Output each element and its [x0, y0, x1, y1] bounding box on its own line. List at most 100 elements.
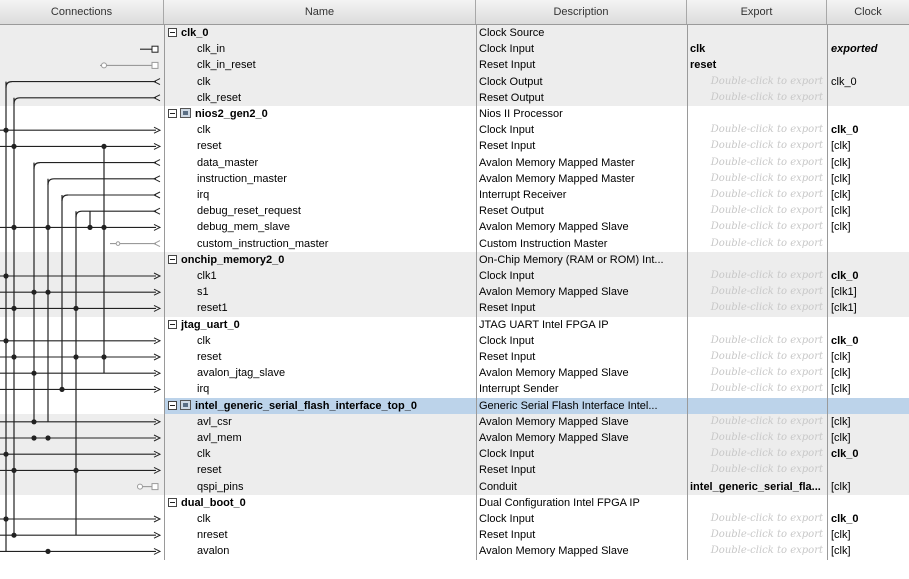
- open-connection-dot: [115, 241, 121, 246]
- interface-name: avalon_jtag_slave: [197, 367, 286, 380]
- interface-name: clk_in: [197, 43, 226, 56]
- export-hint[interactable]: Double-click to export: [687, 122, 827, 139]
- clock-cell: clk_0: [827, 268, 909, 285]
- clock-cell: [827, 57, 909, 74]
- export-hint[interactable]: Double-click to export: [687, 332, 827, 349]
- name-cell: clk: [164, 122, 476, 139]
- interface-name: irq: [197, 383, 210, 396]
- collapse-toggle-icon[interactable]: [168, 319, 177, 329]
- export-cell[interactable]: [687, 397, 827, 414]
- name-cell: nreset: [164, 527, 476, 544]
- name-cell: debug_mem_slave: [164, 219, 476, 236]
- description-cell: Clock Input: [476, 122, 687, 139]
- clock-cell: [827, 494, 909, 511]
- open-connection-dot: [137, 483, 143, 490]
- header-description[interactable]: Description: [476, 0, 687, 24]
- description-cell: Reset Input: [476, 462, 687, 479]
- clock-cell: clk_0: [827, 122, 909, 139]
- interface-name: debug_reset_request: [197, 205, 301, 218]
- header-name[interactable]: Name: [164, 0, 476, 24]
- export-cell[interactable]: [687, 106, 827, 123]
- export-hint[interactable]: Double-click to export: [687, 527, 827, 544]
- export-hint[interactable]: Double-click to export: [687, 154, 827, 171]
- arrow-out-icon: [152, 94, 161, 102]
- connection-dot: [73, 467, 79, 473]
- description-cell: JTAG UART Intel FPGA IP: [476, 316, 687, 333]
- interface-name: clk_reset: [197, 91, 242, 104]
- connection-dot: [11, 143, 17, 149]
- description-cell: Avalon Memory Mapped Slave: [476, 365, 687, 382]
- export-hint[interactable]: Double-click to export: [687, 284, 827, 301]
- export-hint[interactable]: Double-click to export: [687, 446, 827, 463]
- export-hint[interactable]: Double-click to export: [687, 300, 827, 317]
- export-hint[interactable]: Double-click to export: [687, 235, 827, 252]
- export-cell[interactable]: [687, 316, 827, 333]
- description-cell: Avalon Memory Mapped Slave: [476, 413, 687, 430]
- export-hint[interactable]: Double-click to export: [687, 170, 827, 187]
- name-cell: clk_in_reset: [164, 57, 476, 74]
- description-cell: Avalon Memory Mapped Slave: [476, 284, 687, 301]
- component-name[interactable]: nios2_gen2_0: [195, 108, 268, 120]
- export-hint[interactable]: Double-click to export: [687, 381, 827, 398]
- name-cell: reset1: [164, 300, 476, 317]
- export-hint[interactable]: Double-click to export: [687, 511, 827, 528]
- export-hint[interactable]: Double-click to export: [687, 268, 827, 285]
- clock-cell: [clk1]: [827, 300, 909, 317]
- name-cell: nios2_gen2_0: [164, 106, 476, 123]
- export-cell[interactable]: [687, 25, 827, 42]
- connection-graph[interactable]: [0, 0, 164, 579]
- component-name[interactable]: dual_boot_0: [181, 497, 246, 509]
- export-hint[interactable]: Double-click to export: [687, 543, 827, 560]
- description-cell: Reset Input: [476, 349, 687, 366]
- connection-dot: [3, 273, 9, 279]
- export-hint[interactable]: Double-click to export: [687, 462, 827, 479]
- header-clock[interactable]: Clock: [827, 0, 909, 24]
- export-cell[interactable]: clk: [687, 41, 827, 58]
- export-hint[interactable]: Double-click to export: [687, 89, 827, 106]
- export-cell[interactable]: reset: [687, 57, 827, 74]
- export-hint[interactable]: Double-click to export: [687, 138, 827, 155]
- interface-name: reset: [197, 464, 222, 477]
- interface-name: s1: [197, 286, 209, 299]
- interface-name: data_master: [197, 156, 259, 169]
- export-hint[interactable]: Double-click to export: [687, 73, 827, 90]
- export-hint[interactable]: Double-click to export: [687, 203, 827, 220]
- name-cell: jtag_uart_0: [164, 316, 476, 333]
- arrow-out-icon: [152, 78, 161, 86]
- component-name[interactable]: clk_0: [181, 27, 209, 39]
- component-name[interactable]: onchip_memory2_0: [181, 254, 284, 266]
- component-name[interactable]: intel_generic_serial_flash_interface_top…: [195, 400, 417, 412]
- name-cell: reset: [164, 138, 476, 155]
- collapse-toggle-icon[interactable]: [168, 109, 177, 118]
- description-cell: Reset Output: [476, 203, 687, 220]
- export-hint[interactable]: Double-click to export: [687, 365, 827, 382]
- collapse-toggle-icon[interactable]: [168, 497, 177, 507]
- header-export[interactable]: Export: [687, 0, 827, 24]
- processor-icon: [180, 399, 191, 410]
- export-hint[interactable]: Double-click to export: [687, 349, 827, 366]
- open-connection-dot: [101, 62, 107, 69]
- interface-name: reset1: [197, 302, 228, 315]
- name-cell: avalon_jtag_slave: [164, 365, 476, 382]
- export-hint[interactable]: Double-click to export: [687, 219, 827, 236]
- export-hint[interactable]: Double-click to export: [687, 413, 827, 430]
- collapse-toggle-icon[interactable]: [168, 28, 177, 37]
- description-cell: On-Chip Memory (RAM or ROM) Int...: [476, 251, 687, 268]
- component-name[interactable]: jtag_uart_0: [181, 319, 240, 331]
- connection-dot: [11, 532, 17, 538]
- export-cell[interactable]: intel_generic_serial_fla...: [687, 478, 827, 495]
- description-cell: Reset Input: [476, 300, 687, 317]
- collapse-toggle-icon[interactable]: [168, 400, 177, 410]
- connection-dot: [45, 224, 51, 230]
- connection-dot: [11, 467, 17, 473]
- bus-corner: [5, 81, 13, 88]
- interface-name: reset: [197, 351, 222, 363]
- export-cell[interactable]: [687, 494, 827, 511]
- export-hint[interactable]: Double-click to export: [687, 187, 827, 204]
- export-cell[interactable]: [687, 251, 827, 268]
- interface-name: custom_instruction_master: [197, 237, 329, 250]
- collapse-toggle-icon[interactable]: [168, 254, 177, 264]
- clock-cell: [clk]: [827, 154, 909, 171]
- name-cell: reset: [164, 349, 476, 366]
- export-hint[interactable]: Double-click to export: [687, 430, 827, 447]
